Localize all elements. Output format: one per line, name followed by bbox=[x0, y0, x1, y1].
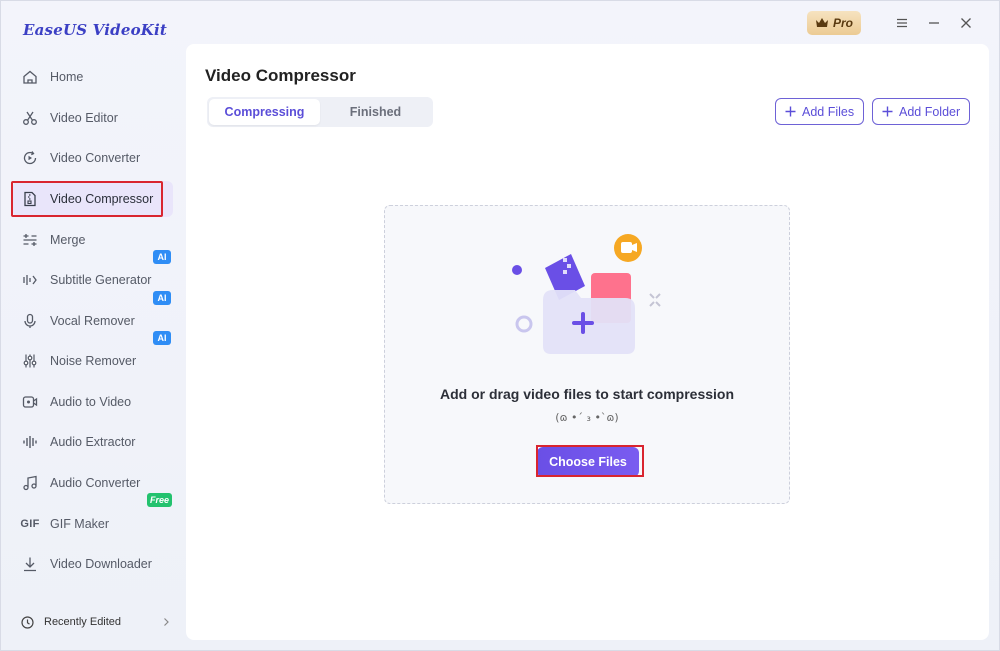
plus-icon bbox=[785, 106, 796, 117]
sidebar-item-label: Video Compressor bbox=[50, 192, 154, 206]
pro-badge[interactable]: Pro bbox=[807, 11, 861, 35]
sidebar-item-label: Home bbox=[50, 70, 84, 84]
close-icon bbox=[961, 18, 971, 28]
sidebar-item-label: Audio Extractor bbox=[50, 435, 136, 449]
sidebar-item-video-downloader[interactable]: Video Downloader bbox=[13, 546, 173, 582]
add-files-label: Add Files bbox=[802, 104, 855, 119]
sidebar-item-gif-maker[interactable]: GIF GIF Maker Free bbox=[13, 493, 173, 542]
sidebar-item-audio-to-video[interactable]: Audio to Video bbox=[13, 384, 173, 420]
crown-icon bbox=[815, 18, 828, 27]
sidebar-item-home[interactable]: Home bbox=[13, 59, 173, 95]
drop-instructions: Add or drag video files to start compres… bbox=[439, 386, 735, 402]
recently-edited-button[interactable]: Recently Edited bbox=[21, 612, 171, 632]
drop-zone[interactable]: Add or drag video files to start compres… bbox=[384, 205, 790, 504]
minimize-icon bbox=[929, 22, 939, 24]
folder-upload-illustration bbox=[512, 234, 661, 354]
sidebar-item-label: Audio Converter bbox=[50, 476, 141, 490]
choose-files-button[interactable]: Choose Files bbox=[537, 447, 639, 477]
sidebar-item-label: GIF Maker bbox=[50, 517, 110, 531]
sidebar-item-video-editor[interactable]: Video Editor bbox=[13, 100, 173, 136]
sidebar: Home Video Editor Video Converter Video … bbox=[1, 57, 181, 647]
kaomoji-text: (ɷ •ˊ ₃ •ˋɷ) bbox=[555, 411, 619, 424]
compress-icon bbox=[21, 190, 39, 208]
audio-video-icon bbox=[21, 393, 39, 411]
sidebar-item-label: Video Downloader bbox=[50, 557, 152, 571]
page-title: Video Compressor bbox=[205, 66, 356, 85]
sidebar-item-label: Noise Remover bbox=[50, 354, 137, 368]
ai-badge: AI bbox=[153, 331, 171, 345]
sidebar-item-label: Vocal Remover bbox=[50, 314, 135, 328]
convert-icon bbox=[21, 149, 39, 167]
add-folder-button[interactable]: Add Folder bbox=[872, 98, 971, 125]
sidebar-item-audio-extractor[interactable]: Audio Extractor bbox=[13, 424, 173, 460]
menu-button[interactable] bbox=[889, 11, 915, 35]
sidebar-item-label: Audio to Video bbox=[50, 395, 132, 409]
sidebar-item-label: Video Editor bbox=[50, 111, 118, 125]
app-logo: EaseUS VideoKit bbox=[23, 21, 168, 39]
app-window: EaseUS VideoKit Pro Home Video Editor Vi… bbox=[0, 0, 1000, 651]
tab-bar: Compressing Finished bbox=[207, 97, 433, 127]
ai-badge: AI bbox=[153, 250, 171, 264]
window-controls: Pro bbox=[807, 11, 979, 35]
sidebar-item-subtitle-generator[interactable]: Subtitle Generator AI bbox=[13, 250, 173, 298]
scissors-icon bbox=[21, 109, 39, 127]
main-panel: Video Compressor Compressing Finished Ad… bbox=[186, 44, 989, 640]
close-button[interactable] bbox=[953, 11, 979, 35]
minimize-button[interactable] bbox=[921, 11, 947, 35]
sidebar-item-label: Video Converter bbox=[50, 151, 141, 165]
sidebar-item-label: Merge bbox=[50, 233, 86, 247]
sidebar-item-vocal-remover[interactable]: Vocal Remover AI bbox=[13, 291, 173, 339]
chevron-right-icon bbox=[164, 618, 169, 626]
pro-label: Pro bbox=[832, 16, 853, 30]
microphone-icon bbox=[21, 312, 39, 330]
noise-icon bbox=[21, 352, 39, 370]
add-folder-label: Add Folder bbox=[899, 104, 961, 119]
sidebar-item-video-converter[interactable]: Video Converter bbox=[13, 140, 173, 176]
gif-icon: GIF bbox=[20, 518, 40, 530]
tab-compressing[interactable]: Compressing bbox=[209, 99, 320, 125]
sidebar-item-video-compressor[interactable]: Video Compressor bbox=[11, 181, 173, 217]
sidebar-item-noise-remover[interactable]: Noise Remover AI bbox=[13, 331, 173, 379]
sidebar-item-merge[interactable]: Merge bbox=[13, 222, 173, 258]
waveform-icon bbox=[21, 433, 39, 451]
download-icon bbox=[21, 555, 39, 573]
sidebar-item-label: Subtitle Generator bbox=[50, 273, 152, 287]
plus-icon bbox=[882, 106, 893, 117]
merge-icon bbox=[21, 231, 39, 249]
free-badge: Free bbox=[146, 493, 172, 507]
tab-finished[interactable]: Finished bbox=[320, 99, 431, 125]
home-icon bbox=[21, 68, 39, 86]
add-files-button[interactable]: Add Files bbox=[775, 98, 865, 125]
music-note-icon bbox=[21, 474, 39, 492]
clock-icon bbox=[21, 615, 34, 629]
ai-badge: AI bbox=[153, 291, 171, 305]
subtitle-icon bbox=[21, 271, 39, 289]
recently-edited-label: Recently Edited bbox=[44, 616, 122, 628]
menu-icon bbox=[897, 18, 907, 28]
